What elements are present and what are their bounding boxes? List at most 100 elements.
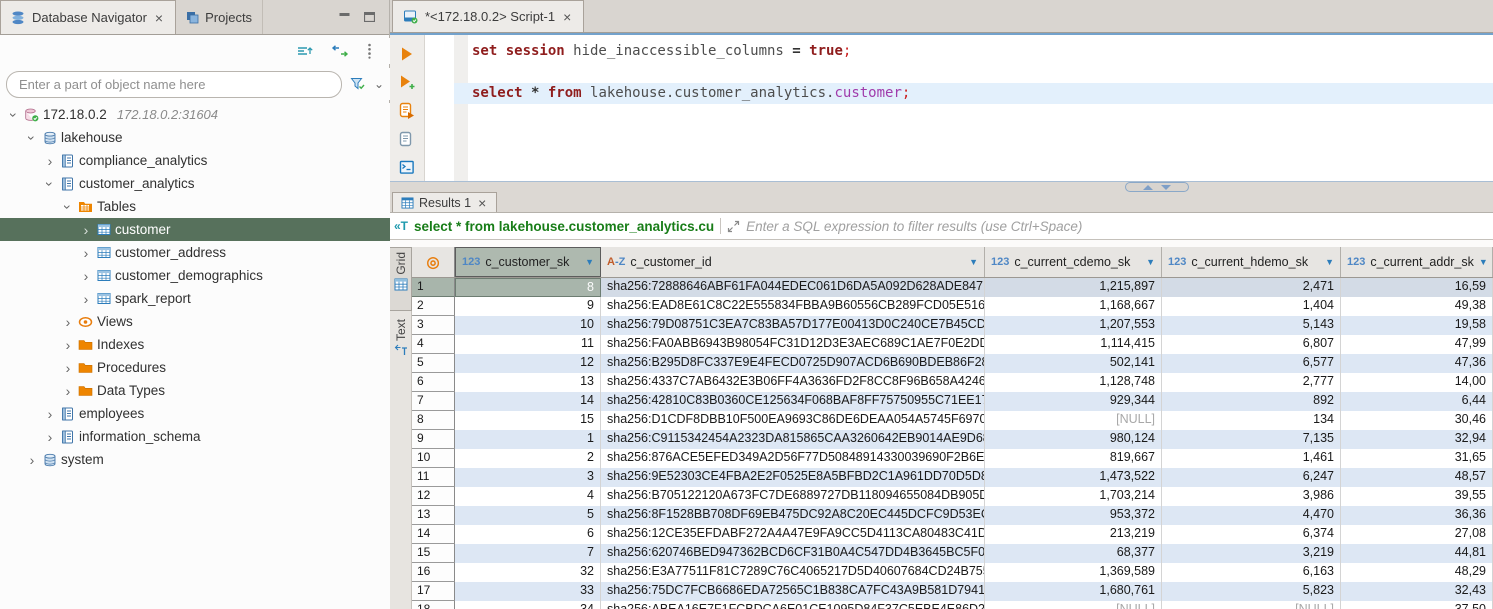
tree-item-customer_demographics[interactable]: ›customer_demographics [0,264,390,287]
grid-cell[interactable]: 8 [455,278,601,297]
grid-cell[interactable]: 32 [455,563,601,582]
grid-cell[interactable]: sha256:876ACE5EFED349A2D56F77D5084891433… [601,449,985,468]
table-row[interactable]: 1834sha256:ABEA16E7F1FCBDCA6E01CE1095D84… [412,601,1493,609]
chevron-icon[interactable]: › [24,130,40,146]
row-number[interactable]: 15 [412,544,455,563]
tree-item-customer_address[interactable]: ›customer_address [0,241,390,264]
table-row[interactable]: 411sha256:FA0ABB6943B98054FC31D12D3E3AEC… [412,335,1493,354]
grid-cell[interactable]: sha256:B295D8FC337E9E4FECD0725D907ACD6B6… [601,354,985,373]
tab-database-navigator[interactable]: Database Navigator × [0,0,176,34]
table-row[interactable]: 135sha256:8F1528BB708DF69EB475DC92A8C20E… [412,506,1493,525]
column-dropdown-icon[interactable]: ▼ [1325,257,1334,267]
grid-cell[interactable]: 13 [455,373,601,392]
table-row[interactable]: 124sha256:B705122120A673FC7DE6889727DB11… [412,487,1493,506]
row-number[interactable]: 1 [412,278,455,297]
grid-cell[interactable]: 1,404 [1162,297,1341,316]
column-header-c_current_addr_sk[interactable]: 123c_current_addr_sk▼ [1341,247,1493,277]
chevron-icon[interactable]: › [24,452,40,468]
grid-cell[interactable]: sha256:72888646ABF61FA044EDEC061D6DA5A09… [601,278,985,297]
row-number[interactable]: 8 [412,411,455,430]
row-number[interactable]: 13 [412,506,455,525]
editor-code-area[interactable]: set session hide_inaccessible_columns = … [468,41,1493,104]
grid-cell[interactable]: 33 [455,582,601,601]
row-number[interactable]: 2 [412,297,455,316]
grid-cell[interactable]: 37,50 [1341,601,1493,609]
row-number[interactable]: 3 [412,316,455,335]
tab-results-1[interactable]: Results 1 × [392,192,497,212]
row-number[interactable]: 4 [412,335,455,354]
grid-cell[interactable]: [NULL] [1162,601,1341,609]
grid-cell[interactable]: sha256:9E52303CE4FBA2E2F0525E8A5BFBD2C1A… [601,468,985,487]
grid-cell[interactable]: 3,219 [1162,544,1341,563]
expand-filter-icon[interactable] [727,220,740,233]
row-number[interactable]: 10 [412,449,455,468]
table-row[interactable]: 157sha256:620746BED947362BCD6CF31B0A4C54… [412,544,1493,563]
grid-cell[interactable]: 7,135 [1162,430,1341,449]
grid-cell[interactable]: 1,215,897 [985,278,1162,297]
sql-line[interactable] [468,62,1493,83]
table-row[interactable]: 102sha256:876ACE5EFED349A2D56F77D5084891… [412,449,1493,468]
chevron-icon[interactable]: › [42,176,58,192]
chevron-icon[interactable]: › [78,268,94,284]
grid-cell[interactable]: 6 [455,525,601,544]
grid-cell[interactable]: 134 [1162,411,1341,430]
row-number[interactable]: 17 [412,582,455,601]
link-with-editor-icon[interactable] [331,45,349,57]
grid-cell[interactable]: 819,667 [985,449,1162,468]
collapse-up-icon[interactable] [1143,185,1153,190]
grid-cell[interactable]: 48,57 [1341,468,1493,487]
grid-cell[interactable]: 2 [455,449,601,468]
chevron-icon[interactable]: › [42,429,58,445]
chevron-icon[interactable]: › [6,107,22,123]
close-icon[interactable]: × [476,195,488,211]
chevron-icon[interactable]: › [42,406,58,422]
tree-item-customer[interactable]: ›customer [0,218,390,241]
filter-icon[interactable] [350,77,366,91]
row-number[interactable]: 12 [412,487,455,506]
close-icon[interactable]: × [153,10,165,26]
chevron-icon[interactable]: › [78,291,94,307]
table-row[interactable]: 815sha256:D1CDF8DBB10F500EA9693C86DE6DEA… [412,411,1493,430]
explain-plan-icon[interactable] [399,131,415,148]
grid-cell[interactable]: 39,55 [1341,487,1493,506]
row-number[interactable]: 11 [412,468,455,487]
chevron-icon[interactable]: › [60,360,76,376]
tree-item-lakehouse[interactable]: ›lakehouse [0,126,390,149]
grid-cell[interactable]: 47,36 [1341,354,1493,373]
column-dropdown-icon[interactable]: ▼ [585,257,594,267]
grid-cell[interactable]: 68,377 [985,544,1162,563]
grid-cell[interactable]: sha256:B705122120A673FC7DE6889727DB11809… [601,487,985,506]
grid-cell[interactable]: 892 [1162,392,1341,411]
grid-cell[interactable]: 1,207,553 [985,316,1162,335]
tree-item-Indexes[interactable]: ›Indexes [0,333,390,356]
grid-cell[interactable]: 929,344 [985,392,1162,411]
sql-line[interactable]: select * from lakehouse.customer_analyti… [454,83,1493,104]
filter-sql-icon[interactable]: «T [394,219,408,233]
grid-cell[interactable]: 9 [455,297,601,316]
grid-cell[interactable]: 30,46 [1341,411,1493,430]
grid-cell[interactable]: 5 [455,506,601,525]
grid-cell[interactable]: 3,986 [1162,487,1341,506]
chevron-icon[interactable]: › [78,245,94,261]
table-row[interactable]: 91sha256:C9115342454A2323DA815865CAA3260… [412,430,1493,449]
column-header-c_current_cdemo_sk[interactable]: 123c_current_cdemo_sk▼ [985,247,1162,277]
grid-cell[interactable]: 1,703,214 [985,487,1162,506]
grid-cell[interactable]: 48,29 [1341,563,1493,582]
grid-cell[interactable]: [NULL] [985,411,1162,430]
grid-cell[interactable]: 31,65 [1341,449,1493,468]
grid-cell[interactable]: 6,44 [1341,392,1493,411]
splitter-handle[interactable] [1125,182,1189,192]
tree-item-customer_analytics[interactable]: ›customer_analytics [0,172,390,195]
row-number[interactable]: 14 [412,525,455,544]
view-tab-text[interactable]: Text [390,315,412,373]
tree-item-compliance_analytics[interactable]: ›compliance_analytics [0,149,390,172]
row-number[interactable]: 16 [412,563,455,582]
grid-cell[interactable]: sha256:620746BED947362BCD6CF31B0A4C547DD… [601,544,985,563]
grid-cell[interactable]: 1,680,761 [985,582,1162,601]
tab-projects[interactable]: Projects [176,0,263,34]
column-dropdown-icon[interactable]: ▼ [1479,257,1488,267]
table-row[interactable]: 310sha256:79D08751C3EA7C83BA57D177E00413… [412,316,1493,335]
grid-cell[interactable]: sha256:4337C7AB6432E3B06FF4A3636FD2F8CC8… [601,373,985,392]
grid-cell[interactable]: 14 [455,392,601,411]
grid-cell[interactable]: 1,461 [1162,449,1341,468]
